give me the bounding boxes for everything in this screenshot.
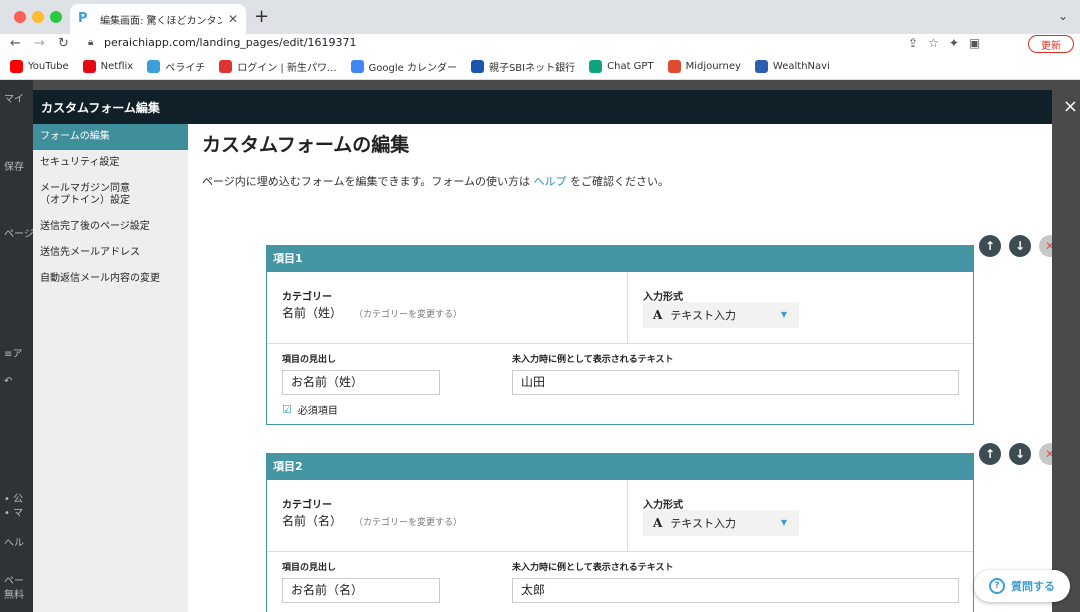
form-editor-content: カスタムフォームの編集 ページ内に埋め込むフォームを編集できます。フォームの使い… xyxy=(188,124,1052,612)
category-label: カテゴリー xyxy=(282,500,332,511)
delete-item-icon[interactable]: ✕ xyxy=(1039,443,1052,465)
page-title: カスタムフォームの編集 xyxy=(202,134,410,156)
editor-left-panel: マイ 保存 ページ ≡ア ↶ • 公 • マ ヘル ペー 無料 xyxy=(0,80,33,612)
nav-recipient-email[interactable]: 送信先メールアドレス xyxy=(33,240,188,266)
forward-icon[interactable]: → xyxy=(34,36,45,51)
nav-optin[interactable]: メールマガジン同意（オプトイン）設定 xyxy=(33,176,143,214)
required-checkbox[interactable]: ☑ 必須項目 xyxy=(282,402,338,417)
bookmark-favicon-icon xyxy=(589,60,603,73)
bookmark-item[interactable]: WealthNavi xyxy=(754,60,830,73)
tab-search-chevron-icon[interactable]: ⌄ xyxy=(1058,9,1068,23)
browser-tab[interactable]: P 編集画面: 驚くほどカンタン！無料 ✕ xyxy=(70,4,246,34)
change-category-link[interactable]: （カテゴリーを変更する） xyxy=(354,515,462,528)
browser-toolbar: ← → ↻ 🔒︎ peraichiapp.com/landing_pages/e… xyxy=(0,34,1080,54)
item-heading-label: 項目の見出し xyxy=(282,563,337,573)
bookmark-item[interactable]: Google カレンダー xyxy=(350,59,457,74)
placeholder-label: 未入力時に例として表示されるテキスト xyxy=(512,355,674,365)
help-link[interactable]: ヘルプ xyxy=(534,175,567,188)
description: ページ内に埋め込むフォームを編集できます。フォームの使い方は ヘルプ をご確認く… xyxy=(202,175,670,188)
bookmark-item[interactable]: ペライチ xyxy=(147,59,205,74)
placeholder-label: 未入力時に例として表示されるテキスト xyxy=(512,563,674,573)
bookmark-favicon-icon xyxy=(754,60,768,73)
nav-auto-reply[interactable]: 自動返信メール内容の変更 xyxy=(33,266,188,292)
peraichi-favicon-icon: P xyxy=(78,11,88,26)
back-icon[interactable]: ← xyxy=(10,36,21,51)
bookmark-favicon-icon xyxy=(147,60,161,73)
item-controls: ↑ ↓ ✕ xyxy=(979,235,1052,257)
bookmarks-bar: YouTube Netflix ペライチ ログイン | 新生パワ... Google カ… xyxy=(0,54,1080,80)
item-heading-input[interactable]: お名前（名） xyxy=(282,578,440,603)
move-up-icon[interactable]: ↑ xyxy=(979,443,1001,465)
input-type-label: 入力形式 xyxy=(643,292,683,303)
text-type-icon: A xyxy=(653,308,663,322)
bookmark-favicon-icon xyxy=(219,60,233,73)
lock-icon[interactable]: 🔒︎ xyxy=(88,37,93,48)
category-label: カテゴリー xyxy=(282,292,332,303)
minimize-window-button[interactable] xyxy=(32,11,44,23)
caret-down-icon: ▼ xyxy=(780,518,787,527)
item-heading-input[interactable]: お名前（姓） xyxy=(282,370,440,395)
bookmark-item[interactable]: 親子SBIネット銀行 xyxy=(470,59,575,74)
modal-title: カスタムフォーム編集 xyxy=(41,100,160,115)
new-tab-icon[interactable]: + xyxy=(254,6,269,27)
nav-security[interactable]: セキュリティ設定 xyxy=(33,150,188,176)
ask-question-button[interactable]: ? 質問する xyxy=(974,570,1070,602)
bookmark-favicon-icon xyxy=(470,60,484,73)
bookmark-item[interactable]: Midjourney xyxy=(667,60,741,73)
bookmark-favicon-icon xyxy=(350,60,364,73)
nav-form-edit[interactable]: フォームの編集 xyxy=(33,124,188,150)
close-window-button[interactable] xyxy=(14,11,26,23)
text-type-icon: A xyxy=(653,516,663,530)
bookmark-item[interactable]: Netflix xyxy=(82,60,133,73)
tab-close-icon[interactable]: ✕ xyxy=(228,12,238,26)
item-heading-label: 項目の見出し xyxy=(282,355,337,365)
input-type-select[interactable]: A テキスト入力 ▼ xyxy=(643,510,799,536)
browser-tab-bar: P 編集画面: 驚くほどカンタン！無料 ✕ + ⌄ xyxy=(0,0,1080,34)
category-value: 名前（名） xyxy=(282,514,343,528)
modal-side-nav: フォームの編集 セキュリティ設定 メールマガジン同意（オプトイン）設定 送信完了… xyxy=(33,124,188,612)
input-type-select[interactable]: A テキスト入力 ▼ xyxy=(643,302,799,328)
checkbox-checked-icon: ☑ xyxy=(282,403,292,416)
update-button[interactable]: 更新 xyxy=(1028,35,1074,53)
nav-after-submit[interactable]: 送信完了後のページ設定 xyxy=(33,214,188,240)
modal-header: カスタムフォーム編集 xyxy=(33,90,1052,124)
delete-item-icon[interactable]: ✕ xyxy=(1039,235,1052,257)
placeholder-input[interactable]: 山田 xyxy=(512,370,959,395)
address-bar[interactable]: peraichiapp.com/landing_pages/edit/16193… xyxy=(104,36,357,49)
category-value: 名前（姓） xyxy=(282,306,343,320)
tab-title: 編集画面: 驚くほどカンタン！無料 xyxy=(100,15,222,27)
question-icon: ? xyxy=(989,578,1005,594)
item-title: 項目1 xyxy=(267,246,973,272)
input-type-label: 入力形式 xyxy=(643,500,683,511)
item-controls: ↑ ↓ ✕ xyxy=(979,443,1052,465)
bookmark-item[interactable]: YouTube xyxy=(10,60,69,73)
move-up-icon[interactable]: ↑ xyxy=(979,235,1001,257)
bookmark-favicon-icon xyxy=(82,60,96,73)
bookmark-favicon-icon xyxy=(667,60,681,73)
maximize-window-button[interactable] xyxy=(50,11,62,23)
bookmark-item[interactable]: Chat GPT xyxy=(589,60,654,73)
form-item: 項目1 カテゴリー 名前（姓） （カテゴリーを変更する） 入力形式 A テキスト… xyxy=(266,245,974,425)
change-category-link[interactable]: （カテゴリーを変更する） xyxy=(354,307,462,320)
bookmark-item[interactable]: ログイン | 新生パワ... xyxy=(219,59,337,74)
bookmark-favicon-icon xyxy=(10,60,23,73)
placeholder-input[interactable]: 太郎 xyxy=(512,578,959,603)
custom-form-modal: カスタムフォーム編集 × フォームの編集 セキュリティ設定 メールマガジン同意（… xyxy=(33,90,1078,612)
caret-down-icon: ▼ xyxy=(780,310,787,319)
move-down-icon[interactable]: ↓ xyxy=(1009,443,1031,465)
modal-close-icon[interactable]: × xyxy=(1063,96,1078,117)
reload-icon[interactable]: ↻ xyxy=(58,36,69,51)
browser-action-icons[interactable]: ⇪☆✦▣ xyxy=(908,36,990,50)
item-title: 項目2 xyxy=(267,454,973,480)
move-down-icon[interactable]: ↓ xyxy=(1009,235,1031,257)
form-item: 項目2 カテゴリー 名前（名） （カテゴリーを変更する） 入力形式 A テキスト… xyxy=(266,453,974,612)
